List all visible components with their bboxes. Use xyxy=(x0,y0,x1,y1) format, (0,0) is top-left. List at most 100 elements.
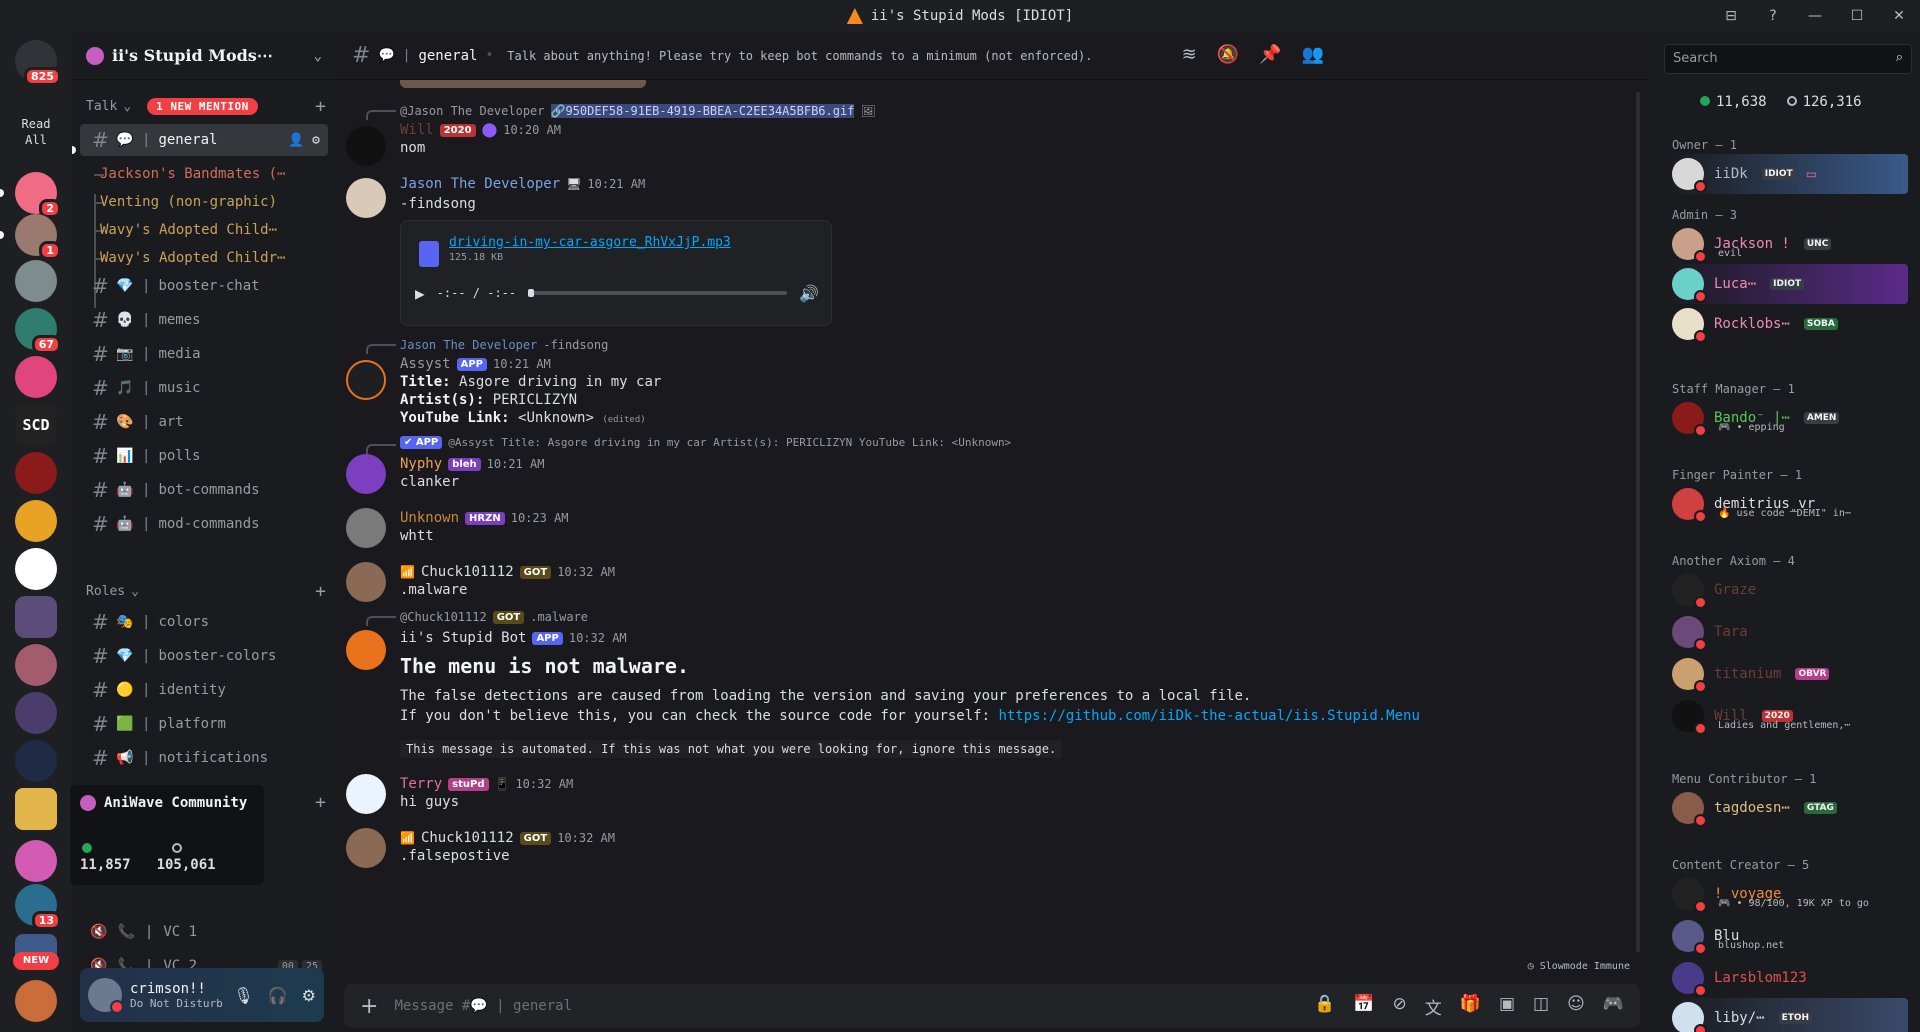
help-icon[interactable]: ? xyxy=(1752,8,1794,24)
member-item[interactable]: titanium OBVR xyxy=(1668,654,1908,694)
author-name[interactable]: Jason The Developer xyxy=(400,176,560,192)
thread-item[interactable]: Venting (non-graphic) xyxy=(100,194,310,210)
server-icon[interactable]: 2 xyxy=(15,172,61,218)
member-item[interactable]: tagdoesn⋯ GTAG xyxy=(1668,788,1908,828)
channel-media[interactable]: # 📷 | media xyxy=(80,338,328,370)
image-attachment[interactable] xyxy=(400,80,646,88)
member-item[interactable]: Jackson ! UNC evil xyxy=(1668,224,1908,264)
gear-icon[interactable]: ⚙ xyxy=(312,133,320,148)
server-icon[interactable] xyxy=(15,260,57,302)
member-item[interactable]: Rocklobs⋯ SOBA xyxy=(1668,304,1908,344)
scrollbar[interactable] xyxy=(1636,92,1640,952)
channel-general[interactable]: # 💬 | general 👤 ⚙ xyxy=(80,124,328,156)
category-roles[interactable]: Roles ⌄ + xyxy=(86,581,326,602)
sticker-icon[interactable]: ◫ xyxy=(1533,994,1549,1019)
avatar[interactable] xyxy=(88,978,124,1014)
category-talk[interactable]: Talk ⌄ 1 NEW MENTION + xyxy=(86,96,326,117)
file-name[interactable]: driving-in-my-car-asgore_RhVxJjP.mp3 xyxy=(449,235,731,250)
gear-icon[interactable]: ⚙ xyxy=(302,986,316,1005)
lock-icon[interactable]: 🔒 xyxy=(1314,994,1335,1019)
channel-music[interactable]: # 🎵 | music xyxy=(80,372,328,404)
server-icon[interactable] xyxy=(15,500,57,542)
avatar[interactable] xyxy=(346,508,386,548)
member-item[interactable]: Will 2020 Ladies and gentlemen,⋯ xyxy=(1668,696,1908,736)
gift-icon[interactable]: 🎁 xyxy=(1460,994,1481,1019)
no-video-icon[interactable]: ⊘ xyxy=(1393,994,1407,1019)
home-button[interactable]: 825 xyxy=(15,40,61,86)
add-attachment-button[interactable]: + xyxy=(360,994,378,1019)
thread-item[interactable]: Wavy's Adopted Child⋯ xyxy=(100,222,310,238)
member-list-icon[interactable]: 👥 xyxy=(1302,44,1324,65)
avatar[interactable] xyxy=(346,126,386,166)
channel-notifications[interactable]: # 📢 | notifications xyxy=(80,742,328,774)
threads-icon[interactable]: ≋ xyxy=(1182,44,1197,65)
invite-icon[interactable]: 👤 xyxy=(288,133,304,148)
avatar[interactable] xyxy=(346,178,386,218)
server-icon-scd[interactable]: SCD xyxy=(15,404,57,446)
volume-icon[interactable]: 🔊 xyxy=(799,284,819,303)
server-icon[interactable] xyxy=(15,740,57,782)
add-channel-icon[interactable]: + xyxy=(315,581,326,602)
channel-memes[interactable]: # 💀 | memes xyxy=(80,304,328,336)
mute-bell-icon[interactable]: 🔕 xyxy=(1217,44,1239,65)
channel-topic[interactable]: Talk about anything! Please try to keep … xyxy=(507,49,1092,63)
channel-booster-chat[interactable]: # 💎 | booster-chat xyxy=(80,270,328,302)
reply-preview[interactable]: Jason The Developer -findsong xyxy=(400,338,608,352)
member-item[interactable]: Larsblom123 xyxy=(1668,958,1908,998)
server-icon[interactable] xyxy=(15,644,57,686)
member-item[interactable]: Tara xyxy=(1668,612,1908,652)
server-icon[interactable] xyxy=(15,692,57,734)
message-input[interactable]: Message #💬 | general xyxy=(394,998,1298,1014)
member-item[interactable]: iiDk IDIOT ▭ xyxy=(1668,154,1908,194)
read-all-button[interactable]: Read All xyxy=(10,116,62,148)
reply-preview[interactable]: ✔ APP @Assyst Title: Asgore driving in my… xyxy=(400,436,1011,449)
member-item[interactable]: demitrius_vr 🔥 use code "DEMI" in⋯ xyxy=(1668,484,1908,524)
avatar[interactable] xyxy=(346,828,386,868)
channel-identity[interactable]: # 🟡 | identity xyxy=(80,674,328,706)
calendar-icon[interactable]: 📅 xyxy=(1353,994,1374,1019)
pin-icon[interactable]: 📌 xyxy=(1259,44,1281,65)
microphone-icon[interactable]: 🎙 xyxy=(233,986,253,1005)
server-icon[interactable]: 67 xyxy=(15,308,61,354)
github-link[interactable]: https://github.com/iiDk-the-actual/iis.S… xyxy=(998,708,1419,724)
channel-colors[interactable]: # 🎭 | colors xyxy=(80,606,328,638)
server-icon[interactable] xyxy=(15,548,57,590)
channel-art[interactable]: # 🎨 | art xyxy=(80,406,328,438)
avatar[interactable] xyxy=(346,774,386,814)
channel-platform[interactable]: # 🟩 | platform xyxy=(80,708,328,740)
avatar[interactable] xyxy=(346,630,386,670)
search-input[interactable]: Search ⌕ xyxy=(1664,44,1912,74)
member-item[interactable]: Bando⁻ |⋯ AMEN 🎮 • epping xyxy=(1668,398,1908,438)
thread-item[interactable]: Wavy's Adopted Childr⋯ xyxy=(100,250,310,266)
server-icon[interactable]: 1 xyxy=(15,214,61,260)
activities-icon[interactable]: 🎮 xyxy=(1603,994,1624,1019)
reply-preview[interactable]: @Jason The Developer 🔗950DEF58-91EB-4919-… xyxy=(400,104,876,118)
translate-icon[interactable]: 文 xyxy=(1425,994,1442,1019)
inbox-icon[interactable]: ⊟ xyxy=(1710,8,1752,24)
member-item[interactable]: Luca⋯ IDIOT xyxy=(1668,264,1908,304)
server-folder[interactable] xyxy=(15,596,57,638)
guild-header[interactable]: ii's Stupid Mods⋯ ⌄ xyxy=(72,32,336,80)
add-channel-icon[interactable]: + xyxy=(315,96,326,117)
thread-item[interactable]: Jackson's Bandmates (⋯ xyxy=(100,166,310,182)
avatar[interactable] xyxy=(346,360,386,400)
minimize-button[interactable]: — xyxy=(1794,8,1836,24)
new-mention-badge[interactable]: 1 NEW MENTION xyxy=(147,98,258,115)
reply-preview[interactable]: @Chuck101112 GOT .malware xyxy=(400,610,588,624)
member-item[interactable]: Graze xyxy=(1668,570,1908,610)
headphones-icon[interactable]: 🎧 xyxy=(268,986,288,1005)
server-icon[interactable] xyxy=(15,980,57,1022)
channel-mod-commands[interactable]: # 🤖 | mod-commands xyxy=(80,508,328,540)
close-button[interactable]: ✕ xyxy=(1878,8,1920,24)
channel-polls[interactable]: # 📊 | polls xyxy=(80,440,328,472)
play-icon[interactable]: ▶ xyxy=(415,284,425,303)
server-icon[interactable]: 13 xyxy=(15,884,61,930)
gif-icon[interactable]: ▣ xyxy=(1499,994,1515,1019)
channel-bot-commands[interactable]: # 🤖 | bot-commands xyxy=(80,474,328,506)
avatar[interactable] xyxy=(346,454,386,494)
avatar[interactable] xyxy=(346,562,386,602)
maximize-button[interactable]: ☐ xyxy=(1836,8,1878,24)
voice-channel[interactable]: 🔇 📞 | VC 1 xyxy=(90,924,322,940)
server-icon[interactable] xyxy=(15,452,57,494)
channel-booster-colors[interactable]: # 💎 | booster-colors xyxy=(80,640,328,672)
